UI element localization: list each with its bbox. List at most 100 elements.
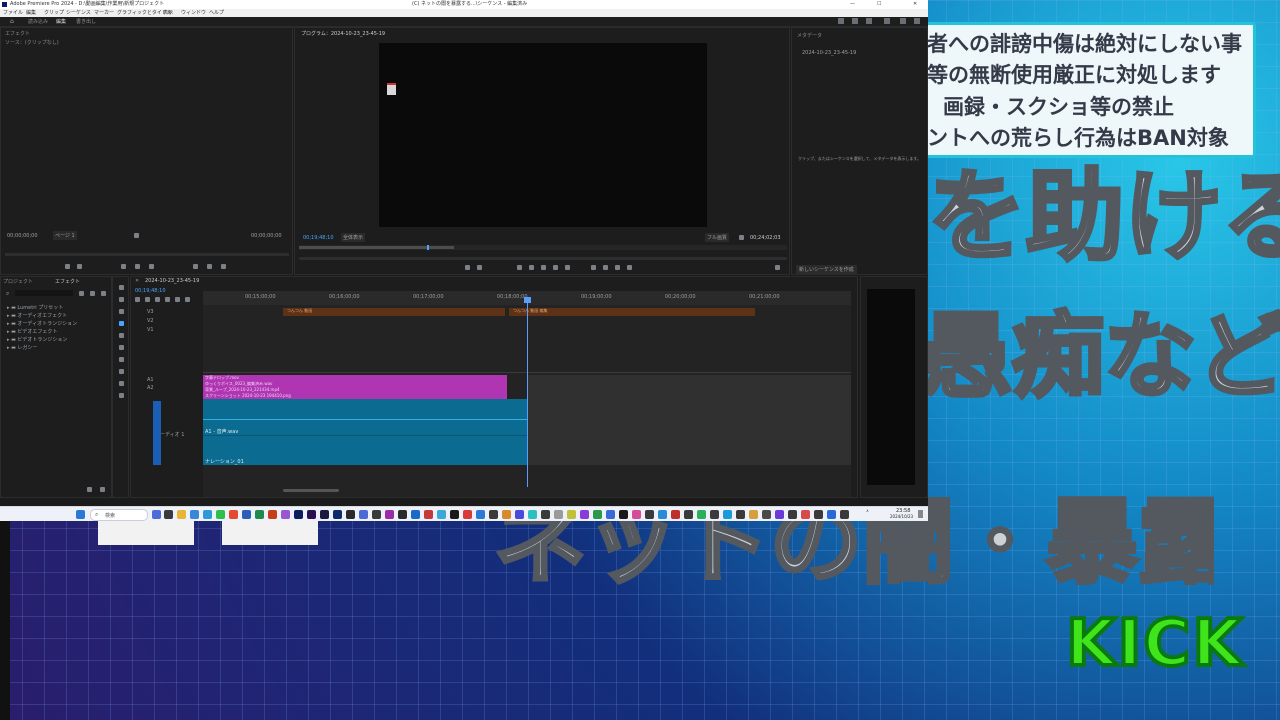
menu-file[interactable]: ファイル xyxy=(3,9,23,17)
track-header-v2[interactable]: V2 xyxy=(147,318,154,324)
lift-icon[interactable] xyxy=(591,265,596,270)
timeline-settings-icon[interactable] xyxy=(175,297,180,302)
effects-folder-video-transitions[interactable]: ▸ ▬ ビデオトランジション xyxy=(7,336,67,343)
source-panel-subtab[interactable]: ソース：(クリップなし) xyxy=(5,40,59,46)
play-icon[interactable] xyxy=(541,265,546,270)
effects-folder-audio-effects[interactable]: ▸ ▬ オーディオエフェクト xyxy=(7,312,67,319)
app-icon-39[interactable] xyxy=(658,510,667,519)
source-settings-icon[interactable] xyxy=(134,233,139,238)
new-bin-icon[interactable] xyxy=(87,487,92,492)
notification-icon[interactable] xyxy=(918,510,923,518)
app-icon-53[interactable] xyxy=(840,510,849,519)
app-icon-41[interactable] xyxy=(684,510,693,519)
track-header-v1[interactable]: V1 xyxy=(147,327,154,333)
app-icon-32[interactable] xyxy=(567,510,576,519)
accelerated-effects-icon[interactable] xyxy=(79,291,84,296)
app-icon-43[interactable] xyxy=(710,510,719,519)
new-sequence-button[interactable]: 新しいシーケンスを作成 xyxy=(796,265,857,274)
metadata-item[interactable]: 2024-10-23_23-45-19 xyxy=(802,50,856,56)
app-icon-45[interactable] xyxy=(736,510,745,519)
lightroom-icon[interactable] xyxy=(333,510,342,519)
word-icon[interactable] xyxy=(242,510,251,519)
step-back-icon[interactable] xyxy=(121,264,126,269)
app-icon-25[interactable] xyxy=(476,510,485,519)
program-panel-tab[interactable]: プログラム：2024-10-23_23-45-19 xyxy=(301,31,385,37)
menu-view[interactable]: 表示 xyxy=(163,9,173,17)
menu-sequence[interactable]: シーケンス xyxy=(66,9,91,17)
premiere-icon[interactable] xyxy=(307,510,316,519)
discord-icon[interactable] xyxy=(359,510,368,519)
home-icon[interactable]: ⌂ xyxy=(10,18,14,25)
effects-folder-audio-transitions[interactable]: ▸ ▬ オーディオトランジション xyxy=(7,320,77,327)
program-fit-select[interactable]: 全体表示 xyxy=(341,233,366,242)
program-quality-select[interactable]: フル画質 xyxy=(705,233,730,242)
program-playhead[interactable] xyxy=(427,245,429,250)
sequence-tab[interactable]: 2024-10-23_23-45-19 xyxy=(145,278,199,284)
playhead-handle[interactable] xyxy=(524,297,531,303)
mark-in-icon[interactable] xyxy=(65,264,70,269)
track-header-a1[interactable]: A1 xyxy=(147,377,154,383)
app-icon-34[interactable] xyxy=(593,510,602,519)
mark-out-icon[interactable] xyxy=(77,264,82,269)
razor-tool-icon[interactable] xyxy=(119,321,124,326)
quick-export-icon[interactable] xyxy=(866,18,872,24)
source-page-select[interactable]: ページ 1 xyxy=(53,231,77,240)
step-back-icon[interactable] xyxy=(529,265,534,270)
app-icon-51[interactable] xyxy=(814,510,823,519)
effects-folder-lumetri[interactable]: ▸ ▬ Lumetri プリセット xyxy=(7,304,63,311)
app-icon-17[interactable] xyxy=(372,510,381,519)
menu-window[interactable]: ウィンドウ xyxy=(181,9,206,17)
effects-folder-legacy[interactable]: ▸ ▬ レガシー xyxy=(7,344,37,351)
teams-icon[interactable] xyxy=(281,510,290,519)
chrome-icon[interactable] xyxy=(216,510,225,519)
go-to-out-icon[interactable] xyxy=(565,265,570,270)
app-icon-40[interactable] xyxy=(671,510,680,519)
menu-marker[interactable]: マーカー xyxy=(94,9,114,17)
app-icon-23[interactable] xyxy=(450,510,459,519)
marker-icon[interactable] xyxy=(465,265,470,270)
app-icon-31[interactable] xyxy=(554,510,563,519)
timeline-playhead[interactable] xyxy=(527,297,528,487)
app-icon-20[interactable] xyxy=(411,510,420,519)
office-icon[interactable] xyxy=(229,510,238,519)
app-icon-33[interactable] xyxy=(580,510,589,519)
share-icon[interactable] xyxy=(852,18,858,24)
timeline-close-icon[interactable]: ✕ xyxy=(135,278,139,284)
step-forward-icon[interactable] xyxy=(149,264,154,269)
mark-in-icon[interactable] xyxy=(477,265,482,270)
add-button-icon[interactable] xyxy=(775,265,780,270)
pen-tool-icon[interactable] xyxy=(119,345,124,350)
effects-folder-video-effects[interactable]: ▸ ▬ ビデオエフェクト xyxy=(7,328,57,335)
audio-clip-1[interactable]: A1 - 音声.wav ナレーション_01 xyxy=(203,399,527,465)
app-icon-38[interactable] xyxy=(645,510,654,519)
export-frame-icon[interactable] xyxy=(221,264,226,269)
menu-icon[interactable] xyxy=(884,18,890,24)
app-icon-29[interactable] xyxy=(528,510,537,519)
clock-date[interactable]: 2024/10/23 xyxy=(890,514,913,519)
app-icon-30[interactable] xyxy=(541,510,550,519)
rectangle-tool-icon[interactable] xyxy=(119,357,124,362)
app-icon-27[interactable] xyxy=(502,510,511,519)
program-ruler[interactable] xyxy=(299,245,787,250)
file-explorer-icon[interactable] xyxy=(177,510,186,519)
workspace-tab-import[interactable]: 読み込み xyxy=(28,19,48,25)
taskbar-search-box[interactable]: ⌕ 検索 xyxy=(90,509,148,521)
app-icon-42[interactable] xyxy=(697,510,706,519)
app-icon-35[interactable] xyxy=(606,510,615,519)
app-icon-24[interactable] xyxy=(463,510,472,519)
close-icon[interactable]: ✕ xyxy=(913,0,917,9)
project-tab[interactable]: プロジェクト xyxy=(3,279,33,285)
track-header-a2[interactable]: A2 xyxy=(147,385,154,391)
effects-tab[interactable]: エフェクト xyxy=(55,279,80,285)
maximize-icon[interactable]: ☐ xyxy=(877,0,881,9)
start-icon[interactable] xyxy=(76,510,85,519)
app-icon-28[interactable] xyxy=(515,510,524,519)
app-icon-18[interactable] xyxy=(385,510,394,519)
source-scrubber[interactable] xyxy=(5,253,289,256)
compare-icon[interactable] xyxy=(627,265,632,270)
app-icon-36[interactable] xyxy=(619,510,628,519)
app-icon-21[interactable] xyxy=(424,510,433,519)
caption-tool-icon[interactable] xyxy=(119,393,124,398)
app-icon-52[interactable] xyxy=(827,510,836,519)
effects-search-input[interactable] xyxy=(15,290,73,296)
